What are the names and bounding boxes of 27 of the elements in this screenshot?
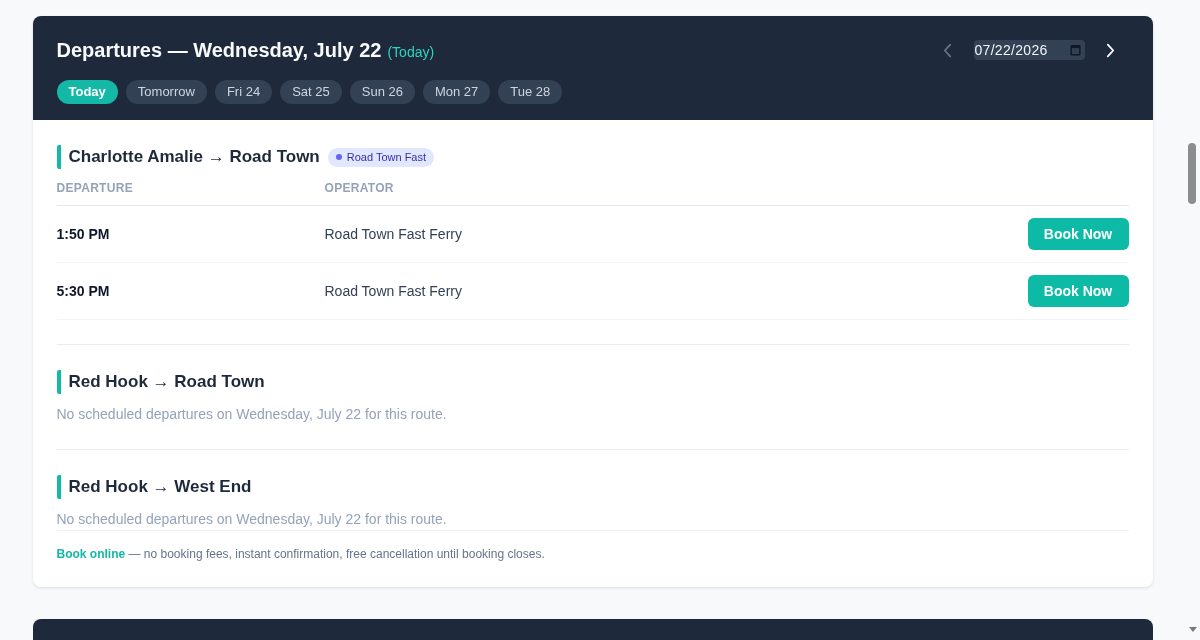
day-tab[interactable]: Sat 25	[280, 80, 342, 104]
empty-message: No scheduled departures on Wednesday, July 22 for this route.	[56, 405, 448, 424]
date-field[interactable]: 07/22/2026	[973, 40, 1085, 60]
schedule-title: Departures — Wednesday, July 22	[56, 38, 382, 63]
day-tab[interactable]: Mon 27	[422, 80, 491, 104]
scrollbar-thumb[interactable]	[1188, 143, 1196, 204]
day-tab[interactable]: Tue 28	[498, 80, 563, 104]
calendar-icon	[1069, 44, 1081, 56]
day-tab[interactable]: Fri 24	[214, 80, 273, 104]
route-title: Charlotte Amalie → Road Town	[56, 145, 320, 169]
operator-tag-label: Road Town Fast	[346, 149, 427, 165]
operator-name: Road Town Fast Ferry	[324, 283, 463, 299]
scroll-down-arrow-icon[interactable]	[1189, 627, 1197, 632]
empty-message: No scheduled departures on Wednesday, July 22 for this route.	[56, 510, 448, 529]
day-tab[interactable]: Tomorrow	[125, 80, 207, 104]
today-note: (Today)	[387, 43, 435, 62]
column-header: OPERATOR	[324, 180, 395, 197]
operator-name: Road Town Fast Ferry	[324, 226, 463, 242]
route-title: Red Hook → West End	[56, 475, 252, 499]
departure-time: 1:50 PM	[56, 226, 111, 242]
footer-note: Book online — no booking fees, instant confirmation, free cancellation until booking closes.	[56, 530, 1129, 587]
day-tab[interactable]: Sun 26	[349, 80, 415, 104]
chevron-left-icon	[943, 42, 952, 58]
chevron-right-icon	[1106, 42, 1115, 58]
column-header: DEPARTURE	[56, 180, 134, 197]
departure-time: 5:30 PM	[56, 283, 111, 299]
route-title: Red Hook → Road Town	[56, 370, 265, 394]
